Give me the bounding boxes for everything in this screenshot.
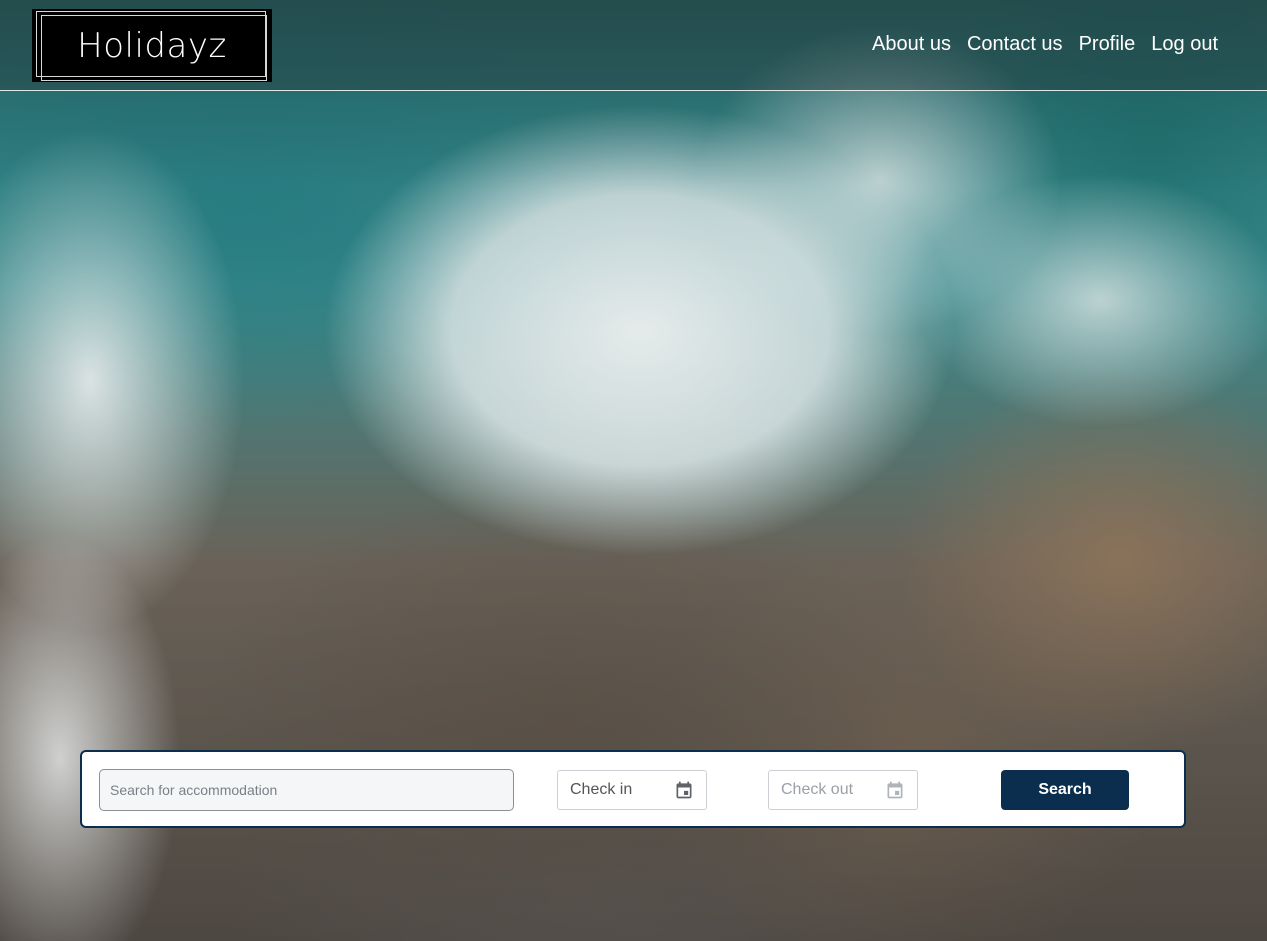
logo[interactable]: Holidayz	[32, 9, 272, 82]
nav-link-about-us[interactable]: About us	[872, 33, 951, 56]
calendar-icon[interactable]	[674, 780, 694, 800]
nav-link-contact-us[interactable]: Contact us	[967, 33, 1063, 56]
check-out-label: Check out	[781, 781, 854, 798]
accommodation-search-input[interactable]	[99, 769, 514, 811]
main-nav: About us Contact us Profile Log out	[872, 33, 1218, 56]
logo-text: Holidayz	[77, 25, 227, 66]
search-button[interactable]: Search	[1001, 770, 1129, 810]
check-in-date-picker[interactable]: Check in	[557, 770, 707, 810]
top-navigation-bar: Holidayz About us Contact us Profile Log…	[0, 0, 1267, 91]
search-panel: Check in Check out Search	[80, 750, 1186, 828]
calendar-icon[interactable]	[885, 780, 905, 800]
nav-link-log-out[interactable]: Log out	[1151, 33, 1218, 56]
nav-link-profile[interactable]: Profile	[1079, 33, 1136, 56]
check-out-date-picker[interactable]: Check out	[768, 770, 918, 810]
check-in-label: Check in	[570, 781, 633, 798]
